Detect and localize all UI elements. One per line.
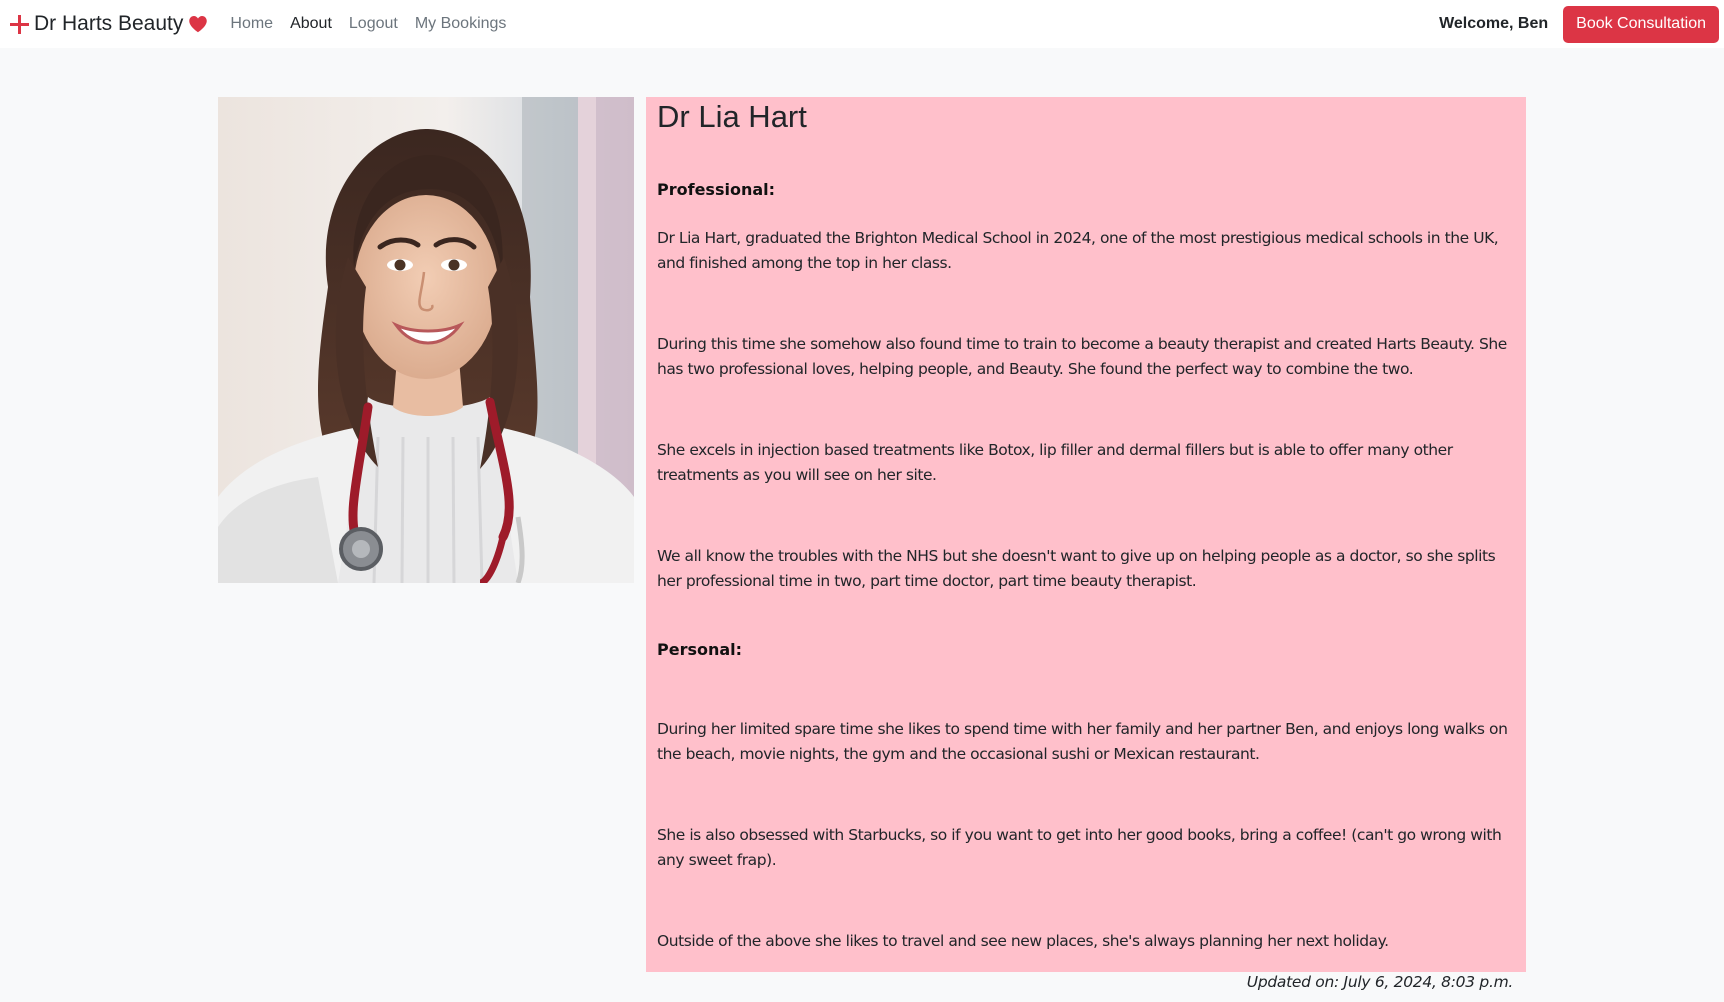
professional-paragraph: She excels in injection based treatments… xyxy=(657,441,1453,484)
doctor-portrait-image xyxy=(218,97,634,583)
heart-icon xyxy=(189,16,208,33)
professional-paragraph: We all know the troubles with the NHS bu… xyxy=(657,547,1496,590)
book-consultation-button[interactable]: Book Consultation xyxy=(1563,5,1719,43)
updated-timestamp: Updated on: July 6, 2024, 8:03 p.m. xyxy=(1246,973,1514,991)
brand-name: Dr Harts Beauty xyxy=(34,12,184,35)
brand-link[interactable]: Dr Harts Beauty xyxy=(10,12,209,36)
professional-paragraph: Dr Lia Hart, graduated the Brighton Medi… xyxy=(657,229,1499,272)
nav-links: Home About Logout My Bookings xyxy=(230,15,523,33)
nav-home-link[interactable]: Home xyxy=(230,15,273,33)
doctor-name-heading: Dr Lia Hart xyxy=(657,99,807,134)
profile-photo xyxy=(218,97,634,583)
nav-right: Welcome, Ben Book Consultation xyxy=(1439,5,1719,43)
professional-paragraph: During this time she somehow also found … xyxy=(657,335,1507,378)
nav-logout-link[interactable]: Logout xyxy=(349,15,398,33)
welcome-message: Welcome, Ben xyxy=(1439,15,1549,32)
personal-paragraph: Outside of the above she likes to travel… xyxy=(657,932,1389,950)
plus-icon xyxy=(10,14,29,34)
bio-panel: Dr Lia Hart Professional: Dr Lia Hart, g… xyxy=(646,97,1526,972)
personal-heading: Personal: xyxy=(657,640,743,659)
professional-heading: Professional: xyxy=(657,180,776,199)
nav-my-bookings-link[interactable]: My Bookings xyxy=(415,15,507,33)
top-navbar: Dr Harts Beauty Home About Logout My Boo… xyxy=(0,0,1724,48)
personal-paragraph: During her limited spare time she likes … xyxy=(657,720,1508,763)
nav-about-link[interactable]: About xyxy=(290,15,332,33)
personal-paragraph: She is also obsessed with Starbucks, so … xyxy=(657,826,1502,869)
